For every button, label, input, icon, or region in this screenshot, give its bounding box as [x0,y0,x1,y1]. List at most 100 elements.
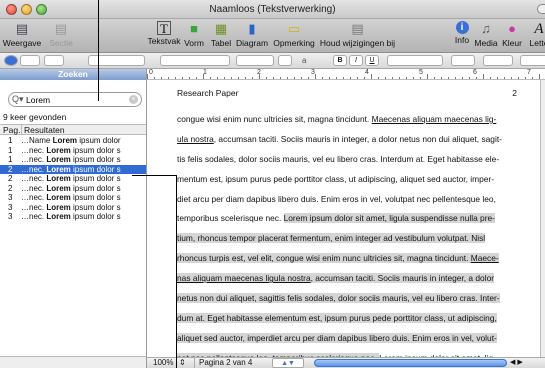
result-row[interactable]: 1 …nec. Lorem ipsum dolor s [0,146,146,156]
text-line[interactable]: diet arcu per diam dapibus libero duis. … [177,193,517,213]
result-suffix: ipsum dolor s [70,202,121,212]
ruler-tick [532,77,533,79]
page-nav-buttons[interactable]: ▲▼ [272,358,304,368]
textbox-button[interactable]: T Tekstvak [145,21,183,46]
style-drawer-button[interactable] [4,55,18,66]
result-row[interactable]: 3 …nec. Lorem ipsum dolor s [0,212,146,222]
result-row[interactable]: 1 …nec. Lorem ipsum dolor s [0,155,146,165]
font-family-popup[interactable] [88,55,145,66]
body-text: mentum est, ipsum purus pede porttitor c… [177,173,495,184]
text-line[interactable]: dum at. Eget habitasse elementum est, ip… [177,312,517,332]
ruler[interactable]: 0 1 2 3 4 5 6 7 [147,69,545,80]
zoom-stepper-icon[interactable]: ⇕ [179,358,186,368]
paragraph-style-popup[interactable] [20,55,40,66]
textbox-icon: T [157,21,171,35]
ruler-tick [455,77,456,79]
column-header-page[interactable]: Pag. [3,125,21,135]
font-button[interactable]: A Lette [524,21,545,48]
section-button[interactable]: ▤ Sectie [46,21,76,48]
result-prefix: …nec. [21,183,47,193]
view-button[interactable]: ▤ Weergave [2,21,42,48]
result-row[interactable]: 3 …nec. Lorem ipsum dolor s [0,203,146,213]
document-body[interactable]: congue wisi enim nunc ultricies sit, mag… [177,113,517,357]
ruler-tick [371,74,372,79]
text-line[interactable]: netus non dui aliquet, sagittis felis so… [177,292,517,312]
column-header-results[interactable]: Resultaten [21,125,65,135]
search-input[interactable] [26,94,126,105]
bold-button[interactable]: B [333,55,347,66]
ruler-tick [245,77,246,79]
ruler-tick [399,77,400,79]
text-line[interactable]: aliquet sed auctor, imperdiet arcu per d… [177,332,517,352]
result-row[interactable]: 2 …nec. Lorem ipsum dolor s [0,174,146,184]
search-sidebar: Zoeken Q▾ × 9 keer gevonden Pag. Resulta… [0,69,147,368]
result-row[interactable]: 2 …nec. Lorem ipsum dolor s [0,184,146,194]
vertical-scrollbar[interactable] [540,80,545,357]
textbox-label: Tekstvak [147,36,181,46]
highlighted-text: netus non dui aliquet, sagittis felis so… [177,293,500,304]
sidebar-title: Zoeken [0,69,146,80]
view-label: Weergave [2,38,42,48]
info-button[interactable]: i Info [452,21,472,45]
ruler-tick [462,77,463,79]
ruler-tick [476,77,477,79]
search-field[interactable]: Q▾ × [8,92,142,107]
toolbar-toggle-button[interactable] [537,4,545,14]
result-text: …nec. Lorem ipsum dolor s [21,165,121,175]
comment-button[interactable]: ▭ Opmerking [272,21,316,48]
result-prefix: …nec. [21,193,47,202]
clear-search-icon[interactable]: × [129,95,138,104]
ruler-tick [420,77,421,79]
header-title: Research Paper [177,88,239,98]
columns-popup[interactable] [483,55,513,66]
result-row[interactable]: 1 …Name Lorem ipsum dolor [0,136,146,146]
result-row[interactable]: 3 …nec. Lorem ipsum dolor s [0,193,146,203]
typeface-popup[interactable] [160,55,230,66]
result-prefix: …nec. [21,145,47,155]
ruler-tick [483,74,484,79]
table-button[interactable]: ▦ Tabel [207,21,235,48]
media-button[interactable]: ♫ Media [473,21,499,48]
toolbar: ▤ Weergave ▤ Sectie T Tekstvak ■ Vorm ▦ … [0,19,545,53]
track-changes-button[interactable]: ▤ Houd wijzigingen bij [316,21,399,48]
table-label: Tabel [210,38,232,48]
ruler-tick [196,77,197,79]
text-line[interactable]: tis felis sodales, dolor sociis mauris, … [177,153,517,173]
scroll-arrows[interactable]: ◀ ▶ [510,358,523,368]
chart-button[interactable]: ▮ Diagram [234,21,270,48]
horizontal-scrollbar[interactable] [314,359,507,367]
text-line[interactable]: rhoncus turpis est, vel elit, congue wis… [177,252,517,272]
ruler-tick [147,74,148,79]
text-line[interactable]: tium, rhoncus tempor placerat fermentum,… [177,232,517,252]
shape-button[interactable]: ■ Vorm [181,21,207,48]
ruler-tick [224,77,225,79]
text-line[interactable]: temporibus scelerisque nec. Lorem ipsum … [177,212,517,232]
ruler-tick [406,77,407,79]
result-suffix: ipsum dolor [77,136,121,145]
color-button[interactable]: ● Kleur [501,21,523,48]
text-color-well[interactable] [278,55,292,66]
text-line[interactable]: mentum est, ipsum purus pede porttitor c… [177,173,517,193]
result-suffix: ipsum dolor s [70,145,121,155]
font-size-popup[interactable] [236,55,274,66]
ruler-tick [231,77,232,79]
ruler-number: 3 [311,69,315,76]
italic-button[interactable]: I [349,55,363,66]
text-line[interactable]: nas aliquam maecenas ligula nostra, accu… [177,272,517,292]
alignment-buttons[interactable] [387,55,443,66]
result-prefix: …nec. [21,155,47,164]
list-popup[interactable] [520,55,545,66]
ruler-number: 2 [257,69,261,76]
highlighted-text: , accumsan taciti. Sociis mauris in inte… [310,273,495,284]
zoom-level[interactable]: 100% [153,358,173,368]
result-row[interactable]: 2 …nec. Lorem ipsum dolor s [0,164,146,175]
line-spacing-popup[interactable] [451,55,475,66]
list-style-popup[interactable] [44,55,64,66]
text-line[interactable]: ula nostra, accumsan taciti. Sociis maur… [177,133,517,153]
text-line[interactable]: congue wisi enim nunc ultricies sit, mag… [177,113,517,133]
title-bar[interactable]: Naamloos (Tekstverwerking) [0,0,545,19]
highlighted-text: Maece- [470,253,499,264]
document-page[interactable]: Research Paper 2 congue wisi enim nunc u… [147,80,540,357]
link-text: Maecenas aliquam maecenas lig- [371,114,497,124]
underline-button[interactable]: U [365,55,379,66]
